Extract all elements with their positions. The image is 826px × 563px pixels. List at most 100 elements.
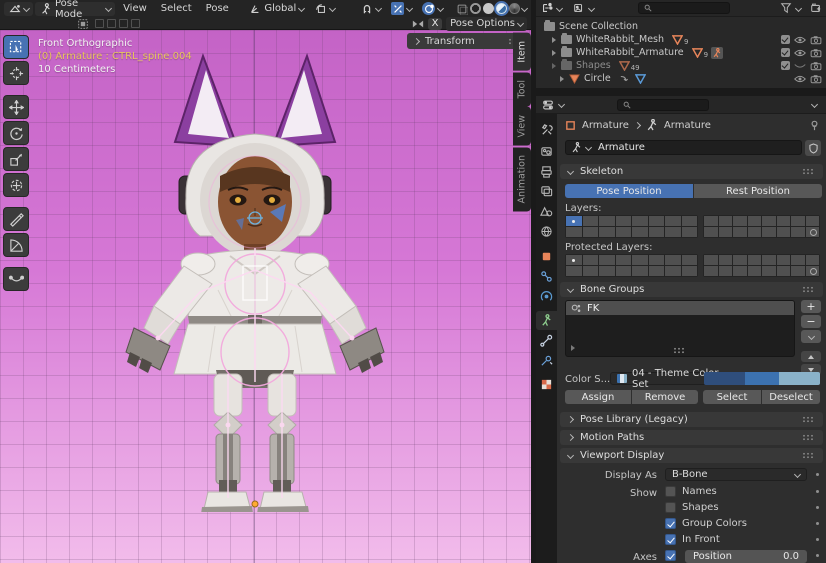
tab-bone-constraints-properties[interactable] <box>536 351 557 370</box>
properties-search-input[interactable] <box>617 99 709 111</box>
editor-type-button[interactable] <box>4 2 33 16</box>
eye-closed-icon[interactable] <box>794 61 806 71</box>
animate-dot[interactable] <box>816 538 819 541</box>
in-front-checkbox[interactable] <box>665 534 676 545</box>
bone-layer-cell[interactable] <box>682 227 698 237</box>
x-mirror-toggle[interactable]: X <box>428 18 442 30</box>
proportional-editing-toggle[interactable] <box>387 2 416 16</box>
tab-object-data-properties[interactable] <box>536 311 557 330</box>
bone-layer-cell[interactable] <box>777 255 791 265</box>
bone-layer-cell[interactable] <box>777 227 791 237</box>
list-filter-disclosure-icon[interactable] <box>571 345 575 351</box>
tab-constraints-properties[interactable] <box>536 267 557 286</box>
panel-header-motion-paths[interactable]: Motion Paths <box>560 430 823 445</box>
remove-bone-group-button[interactable]: − <box>801 315 821 328</box>
snap-dropdown[interactable] <box>356 2 385 16</box>
animate-dot[interactable] <box>816 490 819 493</box>
tab-tool[interactable]: Tool <box>513 72 531 106</box>
disclosure-icon[interactable] <box>552 50 556 56</box>
bone-layer-cell[interactable] <box>791 266 805 276</box>
bone-layer-cell[interactable] <box>704 266 718 276</box>
disclosure-icon[interactable] <box>560 76 564 82</box>
bone-group-list[interactable]: FK <box>565 300 795 357</box>
bone-layer-cell[interactable] <box>599 266 615 276</box>
bone-layer-cell[interactable] <box>762 216 776 226</box>
gizmos-toggle[interactable] <box>418 2 447 16</box>
bone-layer-cell[interactable] <box>649 227 665 237</box>
outliner-row-whiterabbit-mesh[interactable]: WhiteRabbit_Mesh 9 <box>536 33 826 46</box>
bone-layer-cell[interactable] <box>748 216 762 226</box>
bone-layer-cell[interactable] <box>733 216 747 226</box>
tab-viewlayer-properties[interactable] <box>536 182 557 201</box>
bone-layer-cell[interactable] <box>806 227 820 237</box>
bone-layer-cell[interactable] <box>704 227 718 237</box>
bone-layer-cell[interactable] <box>791 255 805 265</box>
shading-rendered-button[interactable] <box>509 3 520 14</box>
animate-dot[interactable] <box>816 506 819 509</box>
bone-layer-cell[interactable] <box>777 216 791 226</box>
bone-layer-cell[interactable] <box>806 266 820 276</box>
bone-group-specials-button[interactable] <box>801 330 821 343</box>
bone-layer-cell[interactable] <box>665 255 681 265</box>
bone-layer-cell[interactable] <box>733 227 747 237</box>
tool-rotate-button[interactable] <box>3 121 29 145</box>
bone-layer-cell[interactable] <box>682 255 698 265</box>
bone-layer-cell[interactable] <box>719 266 733 276</box>
exclude-checkbox[interactable] <box>781 48 790 57</box>
bone-layer-cell[interactable] <box>583 216 599 226</box>
display-as-dropdown[interactable]: B-Bone <box>665 468 807 481</box>
animate-dot[interactable] <box>816 473 819 476</box>
transform-panel-header[interactable]: Transform <box>407 33 528 49</box>
bone-layer-cell[interactable] <box>632 255 648 265</box>
x-mirror-icon[interactable] <box>411 17 424 30</box>
assign-button[interactable]: Assign <box>565 390 631 404</box>
bone-layer-cell[interactable] <box>704 255 718 265</box>
bone-layer-cell[interactable] <box>616 216 632 226</box>
bone-layer-cell[interactable] <box>748 266 762 276</box>
bone-group-item-fk[interactable]: FK <box>566 301 794 315</box>
tab-bone-properties[interactable] <box>536 331 557 350</box>
tab-render-properties[interactable] <box>536 142 557 161</box>
breadcrumb-object[interactable]: Armature <box>582 120 629 131</box>
shading-solid-button[interactable] <box>483 3 494 14</box>
tool-scale-button[interactable] <box>3 147 29 171</box>
tool-transform-button[interactable] <box>3 173 29 197</box>
new-collection-icon[interactable] <box>809 2 822 15</box>
pin-icon[interactable] <box>809 120 820 131</box>
tool-move-button[interactable] <box>3 95 29 119</box>
tab-animation[interactable]: Animation <box>513 147 531 211</box>
outliner-editor-icon[interactable] <box>540 2 553 15</box>
bone-layer-cell[interactable] <box>719 227 733 237</box>
bone-layer-cell[interactable] <box>616 227 632 237</box>
pose-position-button[interactable]: Pose Position <box>565 184 693 198</box>
bone-layer-cell[interactable] <box>599 227 615 237</box>
eye-icon[interactable] <box>794 48 806 58</box>
camera-render-icon[interactable] <box>810 74 822 84</box>
properties-editor-icon[interactable] <box>541 98 554 111</box>
display-mode-icon[interactable] <box>572 2 585 15</box>
armature-name-field[interactable]: Armature <box>565 140 802 155</box>
bone-layer-cell[interactable] <box>682 216 698 226</box>
bone-layer-cell[interactable] <box>806 216 820 226</box>
bone-layer-cell[interactable] <box>566 227 582 237</box>
bone-layer-cell[interactable] <box>566 216 582 226</box>
move-up-button[interactable] <box>801 351 821 362</box>
bone-layer-cell[interactable] <box>704 216 718 226</box>
bone-layer-cell[interactable] <box>791 216 805 226</box>
panel-header-viewport-display[interactable]: Viewport Display <box>560 448 823 463</box>
bone-layer-cell[interactable] <box>665 227 681 237</box>
character-mesh[interactable] <box>120 52 390 512</box>
panel-header-bone-groups[interactable]: Bone Groups <box>560 282 823 297</box>
disclosure-icon[interactable] <box>552 37 556 43</box>
tab-output-properties[interactable] <box>536 162 557 181</box>
bone-layer-cell[interactable] <box>599 255 615 265</box>
axes-checkbox[interactable] <box>665 550 676 561</box>
bone-layer-cell[interactable] <box>649 266 665 276</box>
fake-user-button[interactable] <box>805 140 821 156</box>
eye-icon[interactable] <box>794 35 806 45</box>
bone-layer-cell[interactable] <box>566 266 582 276</box>
tab-item[interactable]: Item <box>513 33 531 71</box>
bone-layer-cell[interactable] <box>733 266 747 276</box>
animate-dot[interactable] <box>816 554 819 557</box>
bone-layer-cell[interactable] <box>632 227 648 237</box>
